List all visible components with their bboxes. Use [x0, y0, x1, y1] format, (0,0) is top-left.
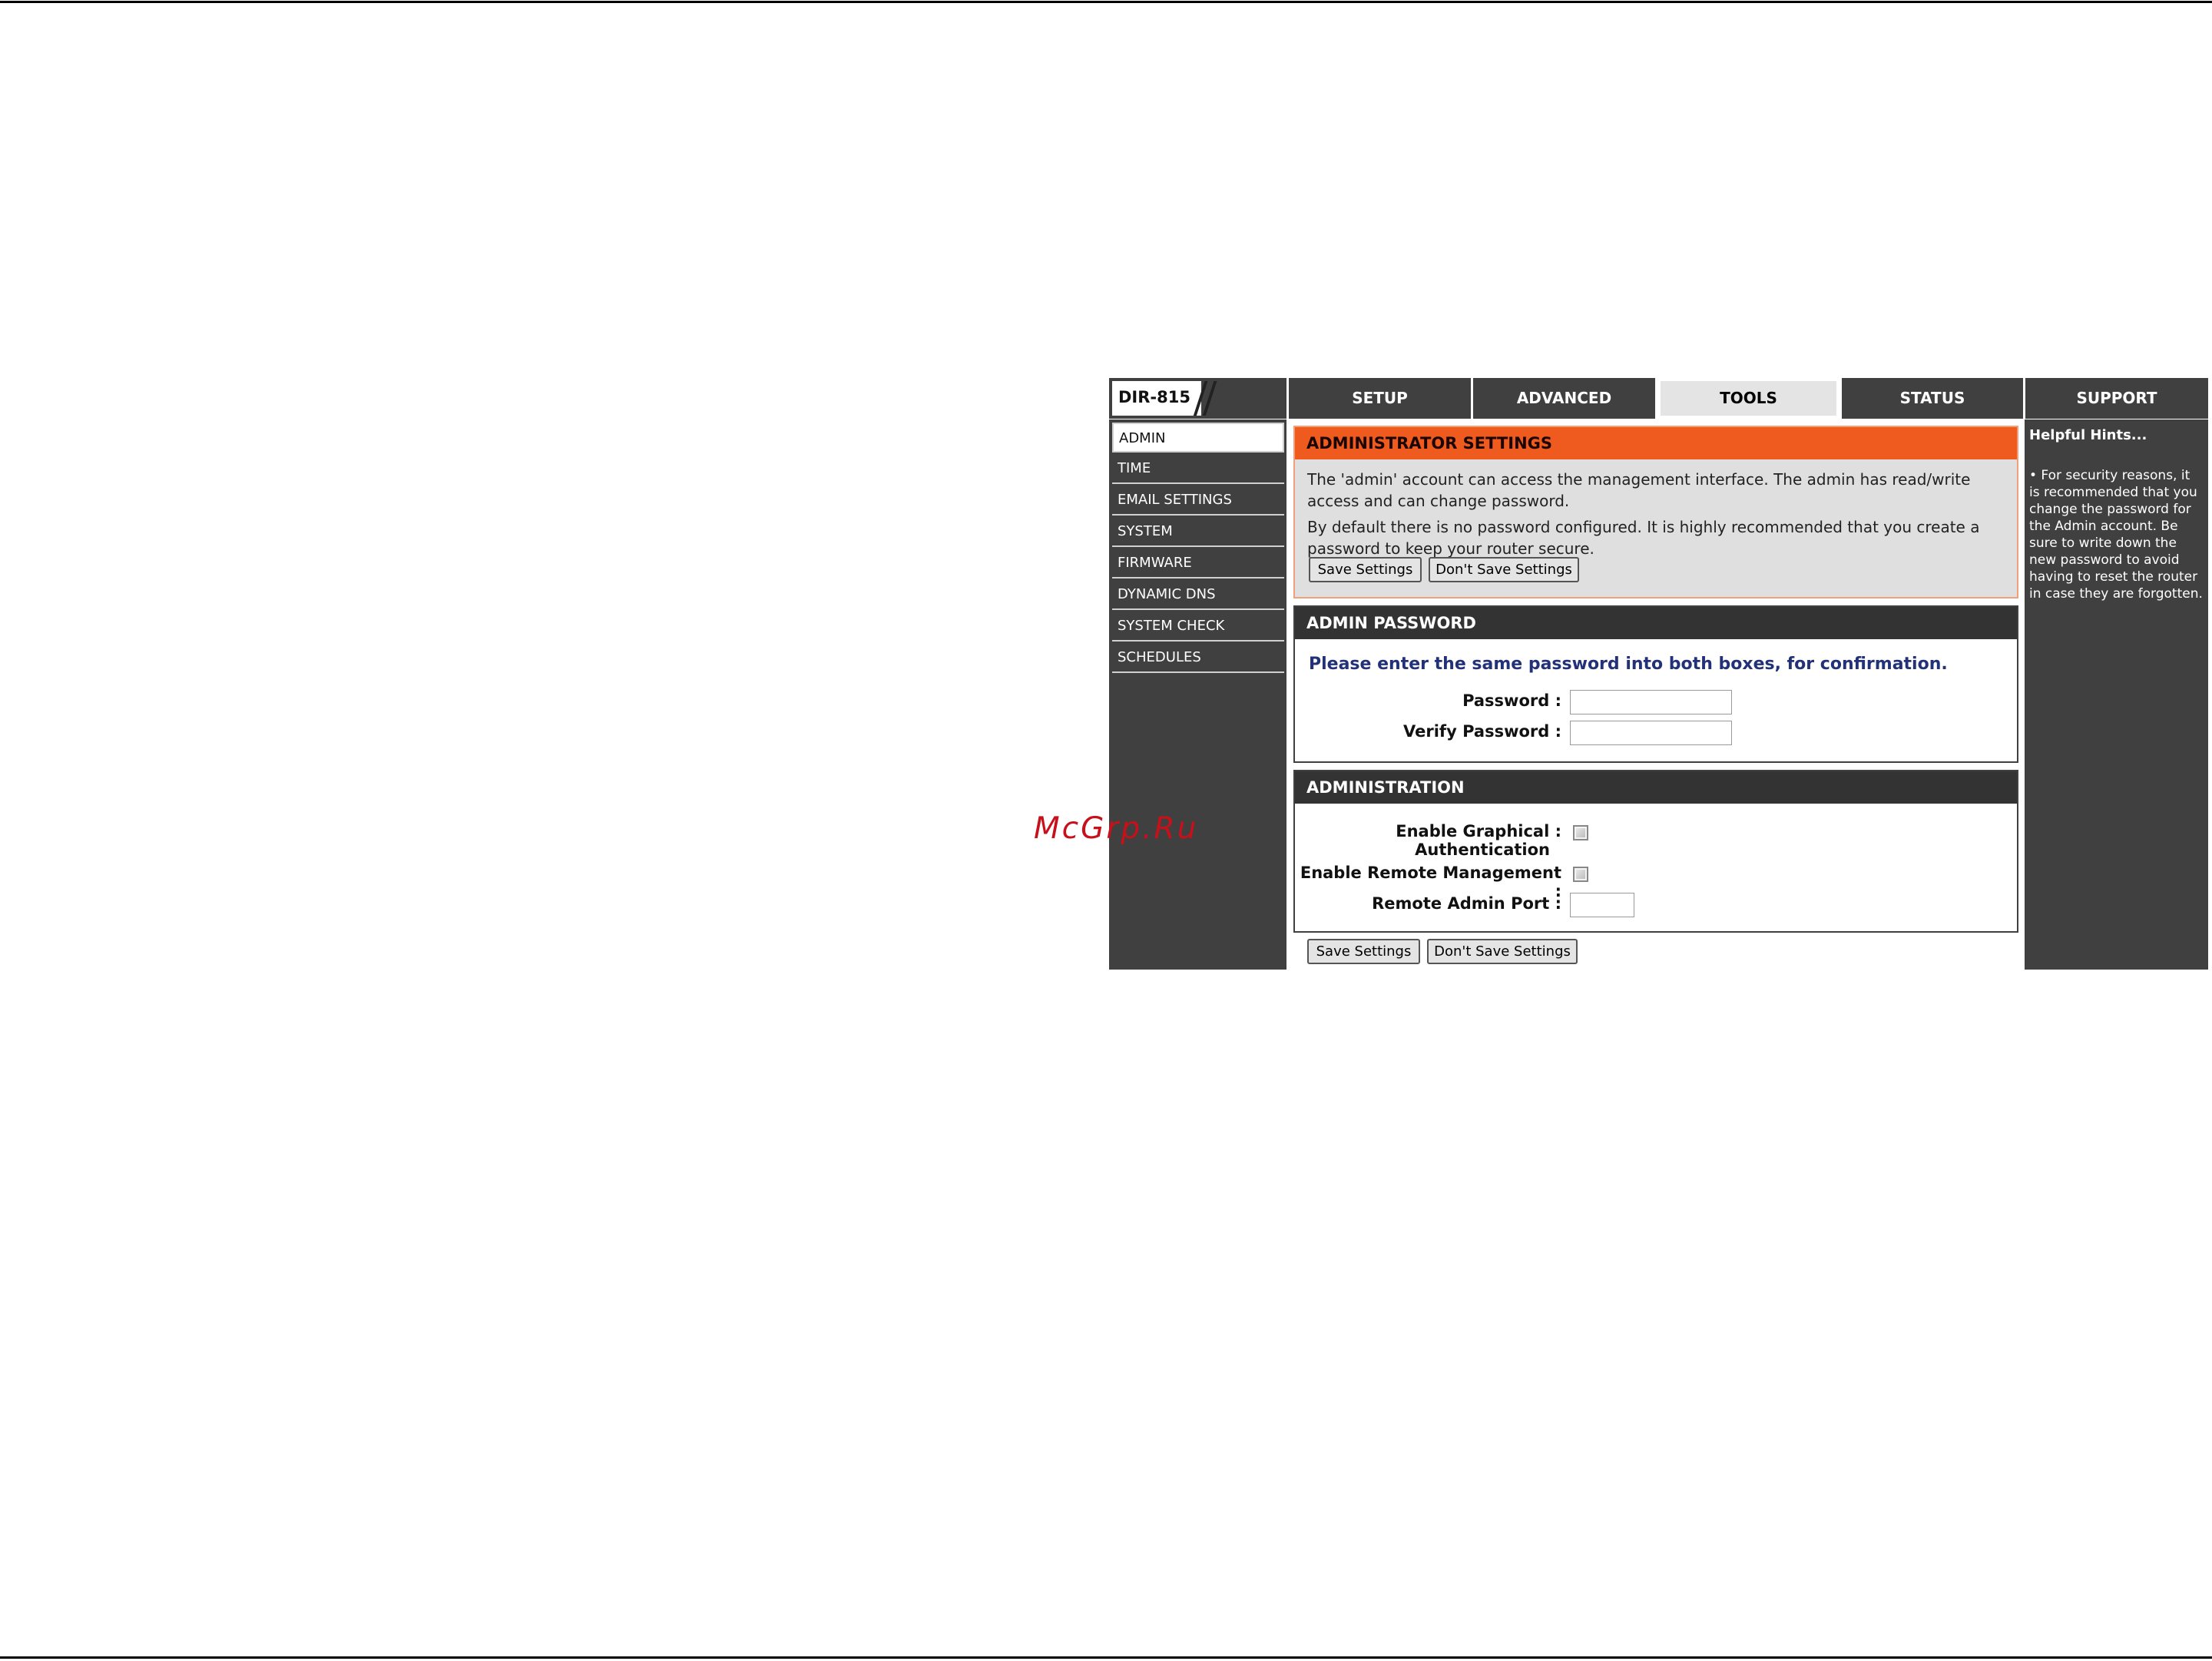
administration-title: ADMINISTRATION: [1295, 771, 2017, 804]
helpful-hints-panel: Helpful Hints... • For security reasons,…: [2025, 419, 2208, 970]
tab-advanced[interactable]: ADVANCED: [1473, 378, 1655, 419]
tab-status[interactable]: STATUS: [1842, 378, 2023, 419]
graphical-auth-label: Enable Graphical :: [1396, 822, 1561, 840]
model-name: DIR-815: [1118, 388, 1190, 406]
dont-save-settings-button[interactable]: Don't Save Settings: [1429, 557, 1579, 582]
sidebar: ADMIN TIME EMAIL SETTINGS SYSTEM FIRMWAR…: [1109, 419, 1286, 970]
graphical-auth-checkbox[interactable]: [1573, 825, 1588, 840]
dont-save-settings-button-bottom[interactable]: Don't Save Settings: [1427, 939, 1578, 964]
sidebar-item-system[interactable]: SYSTEM: [1112, 517, 1284, 547]
router-admin-ui: DIR-815 SETUP ADVANCED TOOLS STATUS SUPP…: [1109, 378, 2208, 970]
password-input[interactable]: [1570, 690, 1732, 714]
admin-password-panel: ADMIN PASSWORD Please enter the same pas…: [1293, 605, 2018, 763]
save-settings-button[interactable]: Save Settings: [1309, 557, 1422, 582]
remote-admin-port-label: Remote Admin Port :: [1372, 894, 1561, 913]
sidebar-item-time[interactable]: TIME: [1112, 454, 1284, 484]
sidebar-item-admin[interactable]: ADMIN: [1112, 423, 1284, 453]
tab-support[interactable]: SUPPORT: [2025, 378, 2208, 419]
graphical-auth-label-line2: Authentication: [1415, 840, 1550, 859]
administration-panel: ADMINISTRATION Enable Graphical : Authen…: [1293, 770, 2018, 933]
top-page-rule: [0, 1, 2212, 3]
remote-management-checkbox[interactable]: [1573, 867, 1588, 882]
main-content: ADMINISTRATOR SETTINGS The 'admin' accou…: [1290, 419, 2022, 970]
bottom-page-rule: [0, 1656, 2212, 1659]
admin-description: The 'admin' account can access the manag…: [1307, 470, 1971, 510]
brand-logo: DIR-815: [1109, 378, 1286, 419]
watermark-text: McGrp.Ru: [1034, 811, 1199, 846]
sidebar-item-firmware[interactable]: FIRMWARE: [1112, 549, 1284, 579]
sidebar-item-dynamic-dns[interactable]: DYNAMIC DNS: [1112, 580, 1284, 610]
tab-tools[interactable]: TOOLS: [1657, 378, 1839, 419]
save-settings-button-bottom[interactable]: Save Settings: [1307, 939, 1420, 964]
sidebar-item-system-check[interactable]: SYSTEM CHECK: [1112, 612, 1284, 642]
admin-password-title: ADMIN PASSWORD: [1295, 607, 2017, 639]
verify-password-label: Verify Password :: [1403, 722, 1561, 741]
remote-admin-port-input[interactable]: [1570, 893, 1634, 917]
tab-setup[interactable]: SETUP: [1289, 378, 1471, 419]
administrator-settings-panel: ADMINISTRATOR SETTINGS The 'admin' accou…: [1293, 426, 2018, 598]
password-confirm-message: Please enter the same password into both…: [1309, 655, 1948, 674]
verify-password-input[interactable]: [1570, 721, 1732, 745]
helpful-hints-title: Helpful Hints...: [2029, 427, 2147, 443]
top-navigation-bar: DIR-815 SETUP ADVANCED TOOLS STATUS SUPP…: [1109, 378, 2208, 419]
password-label: Password :: [1462, 691, 1561, 710]
sidebar-item-schedules[interactable]: SCHEDULES: [1112, 643, 1284, 673]
sidebar-item-email-settings[interactable]: EMAIL SETTINGS: [1112, 486, 1284, 516]
administrator-settings-title: ADMINISTRATOR SETTINGS: [1295, 427, 2017, 459]
password-recommendation: By default there is no password configur…: [1307, 518, 1980, 558]
helpful-hints-text: • For security reasons, it is recommende…: [2029, 468, 2203, 602]
